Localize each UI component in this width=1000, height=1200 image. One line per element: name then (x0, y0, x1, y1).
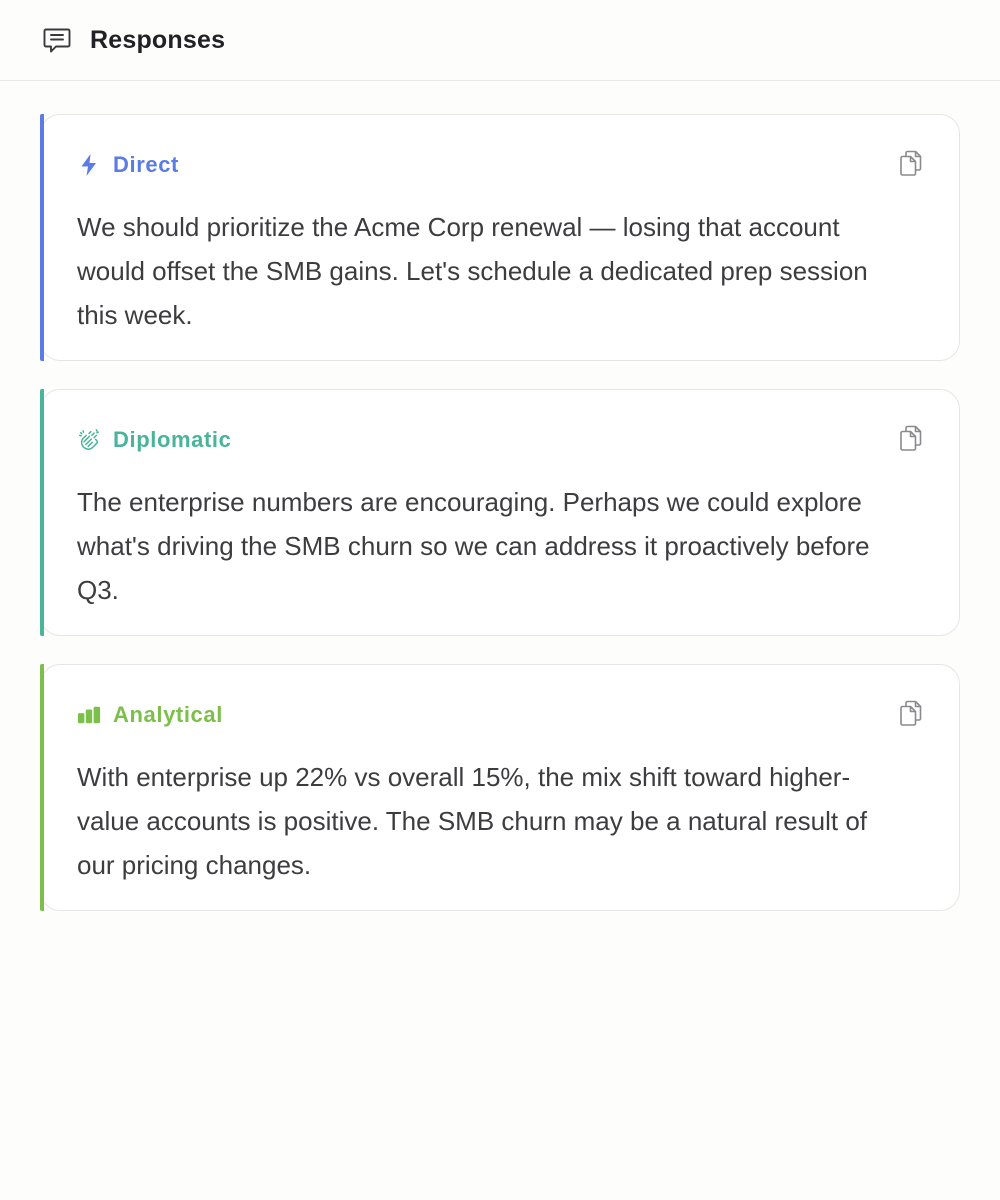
tone-label: Direct (113, 152, 179, 177)
copy-button[interactable] (897, 425, 925, 456)
page-title: Responses (90, 25, 226, 54)
copy-button[interactable] (897, 700, 925, 731)
response-card-analytical: Analytical With enterprise up 22% vs ove… (40, 664, 960, 911)
copy-icon (899, 425, 923, 456)
clapping-hands-icon (77, 428, 101, 452)
response-text: With enterprise up 22% vs overall 15%, t… (77, 762, 868, 880)
bar-chart-icon (77, 703, 101, 727)
response-list: Direct We should prioritize the Acme Cor… (0, 81, 1000, 911)
chat-bubble-icon (42, 25, 72, 55)
lightning-bolt-icon (77, 153, 101, 177)
copy-icon (899, 700, 923, 731)
copy-button[interactable] (897, 150, 925, 181)
card-header: Direct (77, 151, 923, 179)
copy-icon (899, 150, 923, 181)
response-card-direct: Direct We should prioritize the Acme Cor… (40, 114, 960, 361)
response-text: The enterprise numbers are encouraging. … (77, 487, 870, 605)
card-header: Analytical (77, 701, 923, 729)
tone-label: Diplomatic (113, 427, 232, 452)
response-text: We should prioritize the Acme Corp renew… (77, 212, 868, 330)
response-card-diplomatic: Diplomatic The enterprise numbers are en… (40, 389, 960, 636)
tone-label: Analytical (113, 702, 223, 727)
responses-header: Responses (0, 0, 1000, 81)
card-header: Diplomatic (77, 426, 923, 454)
